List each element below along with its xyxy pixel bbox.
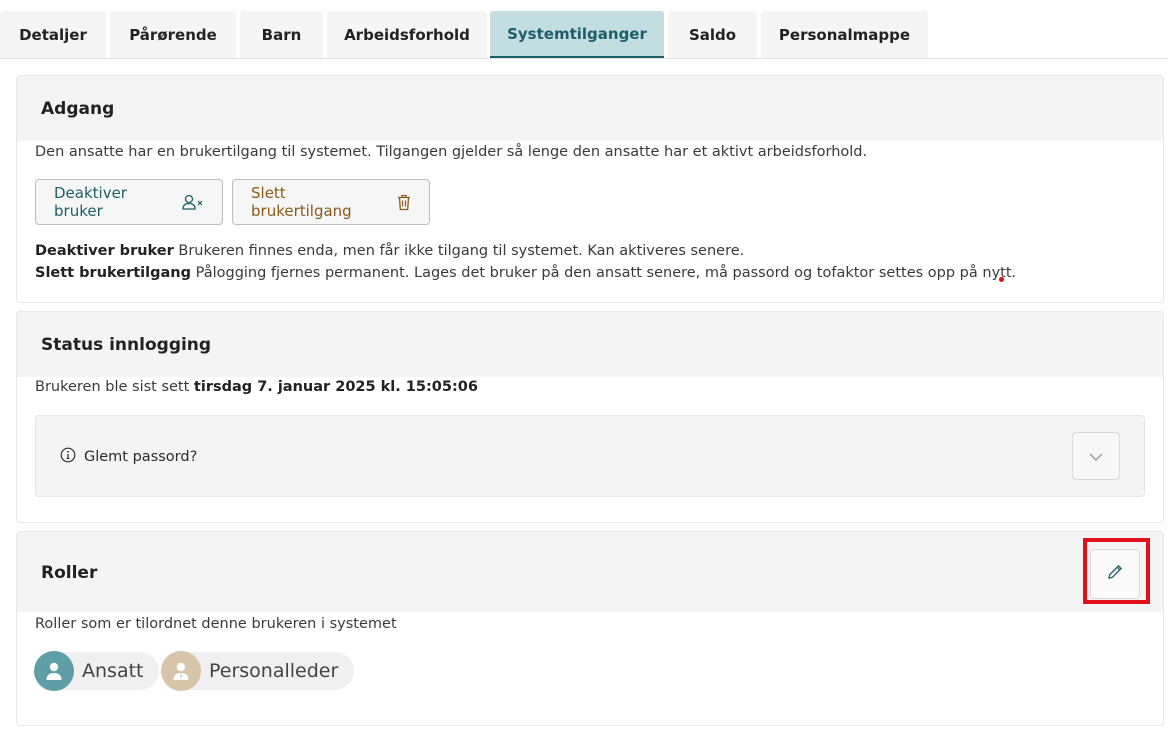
chevron-down-icon [1088, 447, 1104, 466]
login-status-title: Status innlogging [41, 335, 212, 355]
deactivate-help: Brukeren finnes enda, men får ikke tilga… [178, 243, 745, 259]
edit-roles-button[interactable] [1090, 549, 1140, 599]
user-avatar-icon [34, 651, 74, 691]
access-card: Adgang Den ansatte har en brukertilgang … [16, 75, 1164, 303]
delete-access-label: Slett brukertilgang [251, 184, 352, 220]
deactivate-help-line: Deaktiver bruker Brukeren finnes enda, m… [35, 243, 744, 259]
tab-detaljer[interactable]: Detaljer [0, 11, 106, 58]
access-description: Den ansatte har en brukertilgang til sys… [35, 144, 868, 160]
tab-saldo[interactable]: Saldo [668, 11, 757, 58]
delete-access-button[interactable]: Slett brukertilgang [232, 179, 430, 225]
expand-toggle-button[interactable] [1072, 432, 1120, 480]
role-chip-personalleder: Personalleder [161, 651, 355, 691]
tab-systemtilganger[interactable]: Systemtilganger [490, 11, 664, 58]
roles-title: Roller [41, 563, 98, 583]
role-label-personalleder: Personalleder [209, 660, 339, 682]
forgot-password-row: Glemt passord? [60, 447, 197, 467]
delete-term: Slett brukertilgang [35, 265, 191, 281]
trash-icon [397, 194, 411, 211]
access-title: Adgang [41, 99, 115, 119]
pencil-icon [1106, 563, 1124, 585]
tab-parorende[interactable]: Pårørende [110, 11, 236, 58]
deactivate-user-label: Deaktiver bruker [54, 184, 127, 220]
roles-card: Roller Roller som er tilordnet denne bru… [16, 531, 1164, 726]
last-seen-prefix: Brukeren ble sist sett [35, 379, 190, 395]
info-icon [60, 447, 76, 467]
login-status-card: Status innlogging Brukeren ble sist sett… [16, 311, 1164, 523]
tab-bar: Detaljer Pårørende Barn Arbeidsforhold S… [0, 0, 1168, 59]
deactivate-user-button[interactable]: Deaktiver bruker [35, 179, 223, 225]
forgot-password-label: Glemt passord? [84, 449, 198, 465]
red-dot [999, 277, 1004, 282]
last-seen-text: Brukeren ble sist sett tirsdag 7. januar… [35, 379, 478, 395]
tab-barn[interactable]: Barn [240, 11, 323, 58]
delete-help-line: Slett brukertilgang Pålogging fjernes pe… [35, 265, 1016, 281]
roles-description: Roller som er tilordnet denne brukeren i… [35, 616, 397, 632]
delete-help: Pålogging fjernes permanent. Lages det b… [195, 265, 1017, 281]
tab-arbeidsforhold[interactable]: Arbeidsforhold [327, 11, 487, 58]
forgot-password-accordion[interactable]: Glemt passord? [35, 415, 1145, 497]
role-chip-ansatt: Ansatt [34, 651, 160, 691]
last-seen-value: tirsdag 7. januar 2025 kl. 15:05:06 [193, 379, 478, 395]
deactivate-term: Deaktiver bruker [35, 243, 174, 259]
manager-avatar-icon [161, 651, 201, 691]
roles-card-header: Roller [17, 532, 1163, 612]
access-card-header: Adgang [17, 76, 1163, 141]
login-status-header: Status innlogging [17, 312, 1163, 377]
tab-personalmappe[interactable]: Personalmappe [761, 11, 928, 58]
user-remove-icon [182, 194, 204, 210]
role-label-ansatt: Ansatt [82, 660, 144, 682]
